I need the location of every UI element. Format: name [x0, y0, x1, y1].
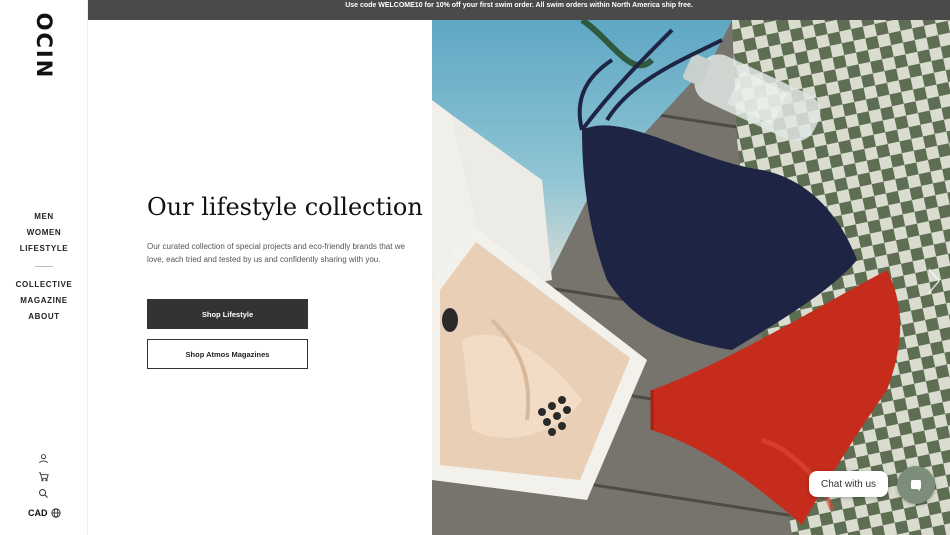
sidebar: OCIN MEN WOMEN LIFESTYLE COLLECTIVE MAGA…: [0, 0, 88, 535]
chat-icon: [911, 480, 921, 491]
chat-bubble[interactable]: Chat with us: [809, 471, 888, 497]
chat-button[interactable]: [897, 466, 935, 504]
nav-item-collective[interactable]: COLLECTIVE: [0, 277, 88, 293]
nav-item-men[interactable]: MEN: [0, 209, 88, 225]
currency-label: CAD: [28, 508, 48, 518]
hero-image: [432, 20, 950, 535]
currency-selector[interactable]: CAD: [28, 508, 61, 518]
cart-icon[interactable]: [38, 471, 49, 482]
nav-item-about[interactable]: ABOUT: [0, 309, 88, 325]
chat-label: Chat with us: [820, 478, 877, 490]
logo[interactable]: OCIN: [32, 12, 56, 80]
nav-divider: [35, 266, 53, 267]
announcement-bar: Use code WELCOME10 for 10% off your firs…: [88, 0, 950, 20]
shop-magazines-label: Shop Atmos Magazines: [185, 349, 270, 359]
carousel-next-arrow[interactable]: [926, 266, 942, 296]
shop-lifestyle-button[interactable]: Shop Lifestyle: [147, 299, 308, 329]
primary-nav: MEN WOMEN LIFESTYLE: [0, 209, 88, 256]
globe-icon: [50, 508, 61, 518]
page-title: Our lifestyle collection: [147, 193, 423, 221]
secondary-nav: COLLECTIVE MAGAZINE ABOUT: [0, 277, 88, 324]
announcement-text: Use code WELCOME10 for 10% off your firs…: [345, 2, 693, 9]
logo-text: OCIN: [32, 12, 56, 80]
nav-item-magazine[interactable]: MAGAZINE: [0, 293, 88, 309]
search-icon[interactable]: [38, 488, 49, 499]
nav-item-women[interactable]: WOMEN: [0, 225, 88, 241]
shop-magazines-button[interactable]: Shop Atmos Magazines: [147, 339, 308, 369]
shop-lifestyle-label: Shop Lifestyle: [201, 309, 254, 319]
nav-item-lifestyle[interactable]: LIFESTYLE: [0, 241, 88, 257]
hero-description: Our curated collection of special projec…: [147, 242, 405, 264]
user-icon[interactable]: [38, 453, 49, 464]
